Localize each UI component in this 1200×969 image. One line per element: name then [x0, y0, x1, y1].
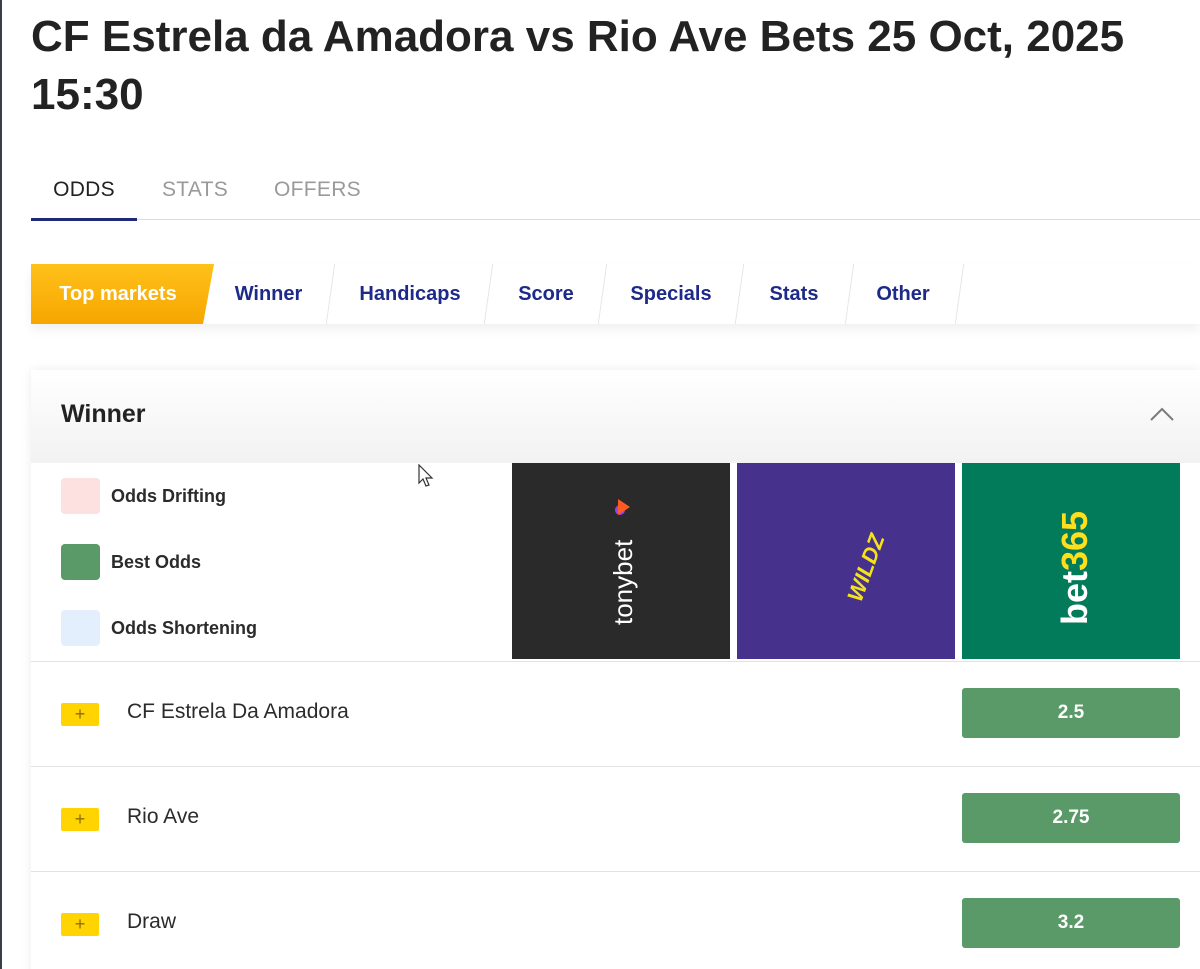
winner-panel-header[interactable]: Winner	[31, 370, 1200, 463]
expand-button[interactable]: +	[61, 808, 99, 831]
tonybet-logo: tonybet	[512, 463, 730, 659]
legend-label: Best Odds	[111, 552, 202, 572]
page-title: CF Estrela da Amadora vs Rio Ave Bets 25…	[31, 8, 1181, 124]
outcome-row-draw: + Draw 3.2	[31, 871, 1200, 969]
winner-panel-title: Winner	[61, 400, 146, 428]
tab-offers[interactable]: OFFERS	[274, 160, 361, 220]
svg-text:tonybet: tonybet	[608, 539, 638, 625]
legend-swatch-drifting	[61, 478, 100, 514]
tab-odds[interactable]: ODDS	[31, 160, 137, 221]
expand-button[interactable]: +	[61, 913, 99, 936]
svg-text:bet365: bet365	[1054, 511, 1095, 625]
market-separator	[844, 264, 855, 324]
market-filter-bar: Top markets Winner Handicaps Score Speci…	[31, 264, 1200, 324]
legend-label: Odds Shortening	[111, 618, 257, 638]
market-tab-stats[interactable]: Stats	[749, 264, 839, 324]
outcome-name: Draw	[127, 910, 177, 933]
market-tab-other[interactable]: Other	[859, 264, 947, 324]
tab-stats[interactable]: STATS	[159, 160, 231, 220]
outcome-row-home: + CF Estrela Da Amadora 2.5	[31, 661, 1200, 765]
legend-label: Odds Drifting	[111, 486, 226, 506]
page-title-line-2: 15:30	[31, 70, 144, 119]
main-tabs: ODDS STATS OFFERS	[31, 160, 1200, 221]
market-separator	[325, 264, 336, 324]
window-edge	[0, 0, 2, 969]
market-tab-score[interactable]: Score	[499, 264, 593, 324]
mouse-cursor-icon	[418, 464, 434, 487]
odds-button-bet365[interactable]: 3.2	[962, 898, 1180, 948]
chevron-up-icon[interactable]	[1147, 400, 1177, 430]
bookmaker-wildz[interactable]: WILDZ	[737, 463, 955, 659]
expand-button[interactable]: +	[61, 703, 99, 726]
winner-panel: Winner Odds Drifting Best Odds Odds Shor…	[31, 370, 1200, 969]
bookmaker-tonybet[interactable]: tonybet	[512, 463, 730, 659]
page-title-line-1: CF Estrela da Amadora vs Rio Ave Bets 25…	[31, 12, 1125, 61]
market-separator	[483, 264, 494, 324]
bet365-logo: bet365	[962, 463, 1180, 659]
market-separator	[734, 264, 745, 324]
outcome-name: Rio Ave	[127, 805, 199, 828]
market-separator	[954, 264, 965, 324]
market-tab-handicaps[interactable]: Handicaps	[341, 264, 479, 324]
legend-swatch-best	[61, 544, 100, 580]
bookmaker-bet365[interactable]: bet365	[962, 463, 1180, 659]
market-tab-winner[interactable]: Winner	[216, 264, 321, 324]
market-separator	[597, 264, 608, 324]
outcome-name: CF Estrela Da Amadora	[127, 700, 349, 723]
odds-button-bet365[interactable]: 2.5	[962, 688, 1180, 738]
market-tab-top-markets[interactable]: Top markets	[31, 264, 205, 324]
legend-swatch-shortening	[61, 610, 100, 646]
outcome-row-away: + Rio Ave 2.75	[31, 766, 1200, 870]
odds-button-bet365[interactable]: 2.75	[962, 793, 1180, 843]
wildz-logo: WILDZ	[737, 463, 955, 659]
market-tab-specials[interactable]: Specials	[612, 264, 730, 324]
